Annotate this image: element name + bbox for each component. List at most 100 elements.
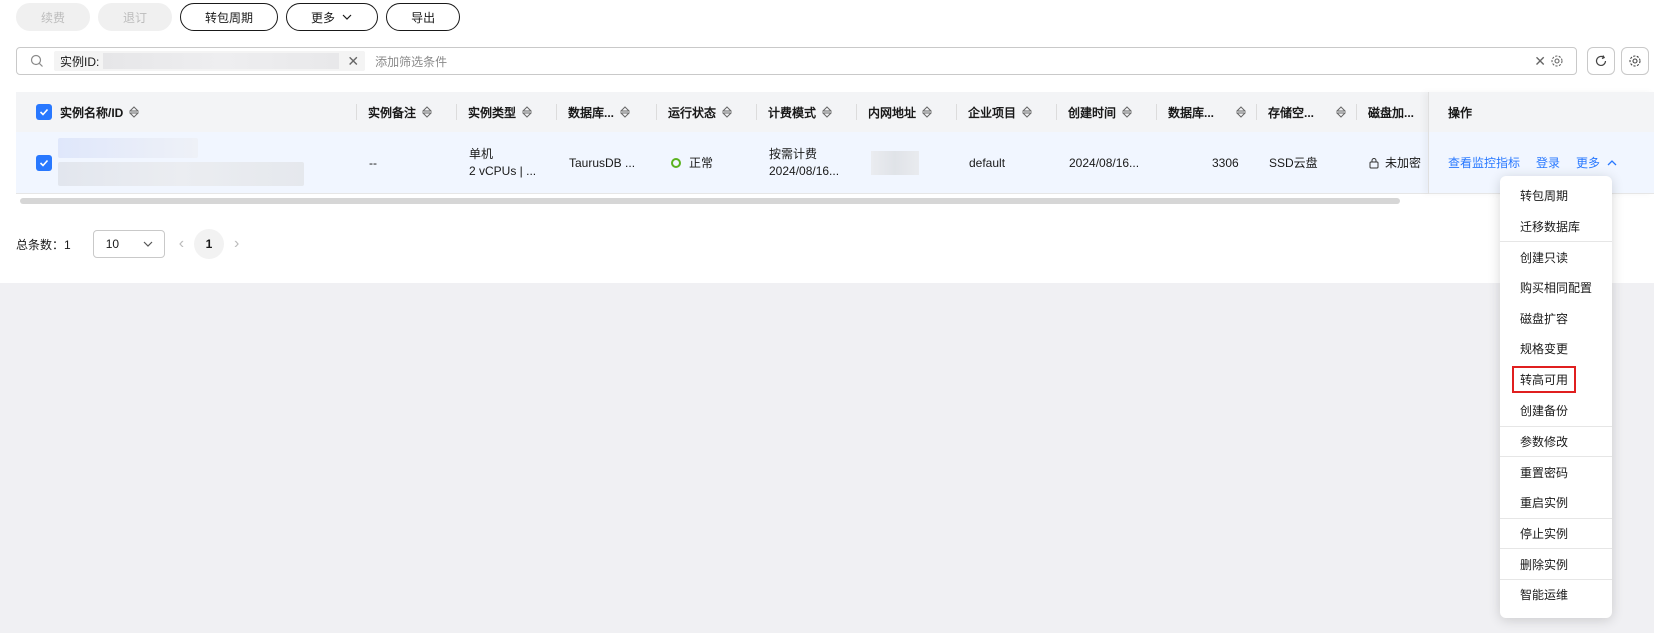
header-label: 实例备注 — [368, 105, 417, 120]
header-label: 数据库... — [568, 105, 615, 120]
more-button[interactable]: 更多 — [286, 3, 379, 31]
header-label: 数据库... — [1168, 105, 1215, 120]
page-number-current[interactable]: 1 — [194, 229, 225, 259]
sort-icon[interactable] — [620, 106, 631, 118]
header-label: 企业项目 — [968, 105, 1017, 120]
sort-icon[interactable] — [522, 106, 533, 118]
menu-item-label: 智能运维 — [1520, 588, 1569, 603]
type-line2: 2 vCPUs | ... — [469, 163, 537, 178]
menu-item-label: 创建备份 — [1520, 403, 1569, 418]
billing-line1: 按需计费 — [769, 146, 818, 161]
header-created[interactable]: 创建时间 — [1068, 92, 1133, 132]
header-billing[interactable]: 计费模式 — [768, 92, 833, 132]
sort-icon[interactable] — [1336, 106, 1347, 118]
table-header: 实例名称/ID 实例备注 实例类型 数据库... 运行状态 计费模式 内网地址 … — [16, 92, 1654, 132]
header-remark[interactable]: 实例备注 — [368, 92, 433, 132]
unsubscribe-button[interactable]: 退订 — [98, 3, 173, 31]
private-ip-redacted — [871, 150, 919, 175]
menu-item-scale-storage[interactable]: 磁盘扩容 — [1500, 303, 1612, 334]
status-dot-icon — [671, 157, 681, 168]
header-encryption[interactable]: 磁盘加... — [1368, 92, 1414, 132]
menu-item-create-read-replica[interactable]: 创建只读 — [1500, 241, 1612, 272]
row-checkbox[interactable] — [36, 132, 52, 193]
sort-icon[interactable] — [1236, 106, 1247, 118]
search-input[interactable]: 添加筛选条件 — [375, 53, 1534, 70]
menu-item-label-highlighted: 转高可用 — [1512, 365, 1577, 393]
sort-icon[interactable] — [1122, 106, 1133, 118]
renew-button[interactable]: 续费 — [16, 3, 91, 31]
menu-item-smart-ops[interactable]: 智能运维 — [1500, 578, 1612, 610]
menu-item-stop[interactable]: 停止实例 — [1500, 517, 1612, 549]
menu-item-modify-params[interactable]: 参数修改 — [1500, 425, 1612, 457]
gear-icon — [1629, 55, 1641, 67]
menu-item-delete[interactable]: 删除实例 — [1500, 548, 1612, 579]
next-page-icon[interactable]: › — [234, 235, 239, 253]
cell-private-ip — [871, 132, 919, 193]
settings-button[interactable] — [1621, 47, 1649, 75]
close-icon[interactable]: ✕ — [347, 53, 359, 70]
instance-name-redacted[interactable] — [58, 138, 198, 158]
menu-item-label: 删除实例 — [1520, 557, 1569, 572]
menu-item-label: 磁盘扩容 — [1520, 311, 1569, 326]
header-status[interactable]: 运行状态 — [668, 92, 733, 132]
header-label: 磁盘加... — [1368, 105, 1415, 120]
check-icon — [39, 159, 49, 167]
export-label: 导出 — [411, 10, 436, 25]
check-icon — [39, 108, 49, 116]
encryption-label: 未加密 — [1385, 156, 1422, 170]
sort-icon[interactable] — [129, 106, 140, 118]
sort-icon[interactable] — [422, 106, 433, 118]
total-count: 总条数：1 — [16, 237, 71, 252]
pagination: 总条数：1 10 ‹ 1 › — [16, 229, 249, 259]
header-db-engine[interactable]: 数据库... — [568, 92, 631, 132]
header-label: 内网地址 — [868, 105, 917, 120]
refresh-button[interactable] — [1587, 47, 1615, 75]
menu-item-label: 参数修改 — [1520, 434, 1569, 449]
header-storage[interactable]: 存储空... — [1268, 92, 1347, 132]
menu-item-to-period[interactable]: 转包周期 — [1500, 180, 1612, 211]
menu-item-label: 重启实例 — [1520, 495, 1569, 510]
clear-icon[interactable]: ✕ — [1534, 53, 1546, 70]
to-period-button[interactable]: 转包周期 — [180, 3, 279, 31]
menu-item-buy-same-config[interactable]: 购买相同配置 — [1500, 272, 1612, 303]
table-row[interactable]: -- 单机 2 vCPUs | ... TaurusDB ... 正常 按需计费… — [16, 132, 1654, 194]
header-name[interactable]: 实例名称/ID — [60, 92, 140, 132]
status-label: 正常 — [689, 156, 714, 170]
gear-icon[interactable] — [1550, 54, 1564, 68]
export-button[interactable]: 导出 — [386, 3, 461, 31]
header-type[interactable]: 实例类型 — [468, 92, 533, 132]
prev-page-icon[interactable]: ‹ — [179, 235, 184, 253]
sort-icon[interactable] — [1022, 106, 1033, 118]
menu-item-change-spec[interactable]: 规格变更 — [1500, 333, 1612, 364]
menu-item-label: 迁移数据库 — [1520, 219, 1581, 234]
menu-item-restart[interactable]: 重启实例 — [1500, 487, 1612, 518]
sort-icon[interactable] — [722, 106, 733, 118]
cell-encryption: 未加密 — [1369, 132, 1421, 193]
sort-icon[interactable] — [922, 106, 933, 118]
menu-item-label: 转包周期 — [1520, 188, 1569, 203]
main-panel: 续费 退订 转包周期 更多 导出 实例ID: ✕ 添加筛选条件 ✕ 实例名称/I… — [0, 0, 1654, 283]
horizontal-scrollbar[interactable] — [20, 198, 1400, 204]
to-period-label: 转包周期 — [205, 10, 254, 25]
select-all-checkbox[interactable] — [36, 92, 52, 132]
page-size-select[interactable]: 10 — [92, 230, 165, 258]
menu-item-reset-password[interactable]: 重置密码 — [1500, 456, 1612, 487]
instance-id-redacted — [58, 162, 304, 186]
sort-icon[interactable] — [822, 106, 833, 118]
header-label: 存储空... — [1268, 105, 1315, 120]
header-private-ip[interactable]: 内网地址 — [868, 92, 933, 132]
cell-storage: SSD云盘 — [1269, 156, 1318, 170]
filter-tag-instance-id[interactable]: 实例ID: ✕ — [54, 51, 366, 71]
menu-item-migrate-db[interactable]: 迁移数据库 — [1500, 211, 1612, 242]
renew-label: 续费 — [41, 10, 66, 25]
cell-status: 正常 — [671, 132, 713, 193]
search-bar[interactable]: 实例ID: ✕ 添加筛选条件 ✕ — [16, 47, 1577, 75]
filter-tag-key: 实例ID: — [60, 54, 100, 69]
more-label: 更多 — [311, 10, 336, 25]
menu-item-to-ha[interactable]: 转高可用 — [1500, 364, 1612, 395]
header-enterprise[interactable]: 企业项目 — [968, 92, 1033, 132]
header-db-port[interactable]: 数据库... — [1168, 92, 1247, 132]
header-label: 计费模式 — [768, 105, 817, 120]
cell-billing: 按需计费 2024/08/16... — [769, 132, 839, 193]
menu-item-create-backup[interactable]: 创建备份 — [1500, 395, 1612, 426]
